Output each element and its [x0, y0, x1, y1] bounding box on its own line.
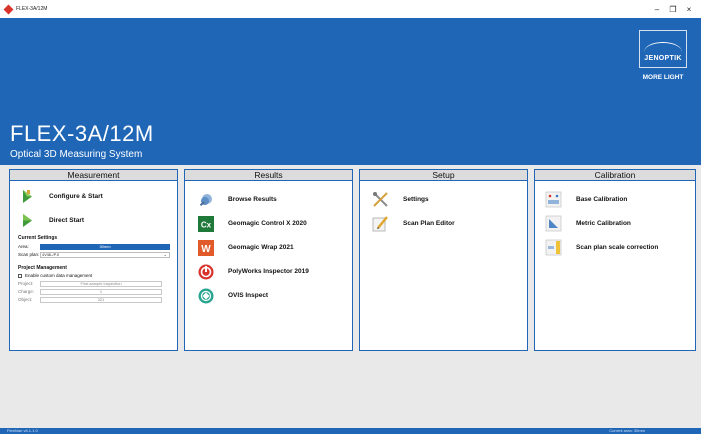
measurement-panel-title: Measurement: [10, 170, 177, 181]
configure-start-icon: [18, 188, 35, 205]
object-field[interactable]: 321: [40, 296, 162, 303]
app-logo-icon: [3, 4, 14, 14]
enable-custom-data-label: Enable custom data management: [25, 273, 93, 278]
enable-custom-data-checkbox[interactable]: Enable custom data management: [18, 273, 177, 278]
setup-panel: Setup Settings Scan Plan Editor: [359, 169, 528, 351]
scan-plan-editor-button[interactable]: Scan Plan Editor: [372, 213, 527, 234]
checkbox-box[interactable]: [18, 273, 22, 278]
brand-name: JENOPTIK: [644, 55, 682, 62]
window-title: FLEX-3A/12M: [16, 6, 48, 12]
settings-button[interactable]: Settings: [372, 189, 527, 210]
object-label: Object:: [18, 297, 33, 302]
minimize-button[interactable]: –: [649, 5, 665, 14]
geomagic-wrap-label: Geomagic Wrap 2021: [228, 244, 294, 251]
brand-arc-icon: [644, 42, 682, 52]
polyworks-inspector-label: PolyWorks Inspector 2019: [228, 268, 309, 275]
product-subtitle: Optical 3D Measuring System: [10, 149, 143, 160]
ovis-inspect-button[interactable]: OVIS Inspect: [197, 285, 352, 306]
brand-box: JENOPTIK: [639, 30, 687, 68]
scan-plan-value: 4V/8L/P.0: [42, 251, 60, 257]
header-banner: JENOPTIK MORE LIGHT FLEX-3A/12M Optical …: [0, 18, 701, 165]
area-row: Area: 30mm: [18, 243, 177, 250]
metric-calibration-icon: [545, 215, 562, 232]
calibration-panel-title: Calibration: [535, 170, 695, 181]
status-bar: FlexMan v6.1.1.0 Current area: 30mm: [0, 428, 701, 434]
settings-label: Settings: [403, 196, 429, 203]
geomagic-control-x-label: Geomagic Control X 2020: [228, 220, 307, 227]
geomagic-wrap-icon: W: [197, 239, 214, 256]
configure-start-button[interactable]: Configure & Start: [18, 186, 177, 207]
status-version: FlexMan v6.1.1.0: [7, 428, 38, 433]
scan-plan-scale-icon: [545, 239, 562, 256]
charge-field[interactable]: 1: [40, 288, 162, 295]
results-panel: Results Browse Results Cx Geomagic Contr…: [184, 169, 353, 351]
base-calibration-button[interactable]: Base Calibration: [545, 189, 695, 210]
area-label: Area:: [18, 244, 29, 249]
geomagic-control-x-icon: Cx: [197, 215, 214, 232]
browse-results-button[interactable]: Browse Results: [197, 189, 352, 210]
scan-plan-editor-icon: [372, 215, 389, 232]
direct-start-button[interactable]: Direct Start: [18, 210, 177, 231]
geomagic-wrap-button[interactable]: W Geomagic Wrap 2021: [197, 237, 352, 258]
restore-button[interactable]: ❐: [665, 5, 681, 14]
ovis-inspect-label: OVIS Inspect: [228, 292, 269, 299]
project-management-title: Project Management: [18, 265, 67, 271]
product-name: FLEX-3A/12M: [10, 121, 154, 146]
setup-panel-title: Setup: [360, 170, 527, 181]
settings-tools-icon: [372, 191, 389, 208]
status-current-area: Current area: 30mm: [609, 428, 645, 433]
polyworks-icon: [197, 263, 214, 280]
base-calibration-icon: [545, 191, 562, 208]
polyworks-inspector-button[interactable]: PolyWorks Inspector 2019: [197, 261, 352, 282]
charge-row: Charge: 1: [18, 288, 177, 295]
brand-logo: JENOPTIK MORE LIGHT: [635, 30, 691, 81]
calibration-panel: Calibration Base Calibration Metric Cali…: [534, 169, 696, 351]
scan-plan-editor-label: Scan Plan Editor: [403, 220, 455, 227]
object-row: Object: 321: [18, 296, 177, 303]
svg-text:Cx: Cx: [200, 220, 211, 229]
area-value: 30mm: [40, 243, 170, 250]
base-calibration-label: Base Calibration: [576, 196, 628, 203]
direct-start-label: Direct Start: [49, 217, 85, 224]
brand-tagline: MORE LIGHT: [642, 74, 684, 81]
close-button[interactable]: ×: [681, 5, 697, 14]
scan-plan-label: Scan plan:: [18, 252, 40, 257]
scan-plan-row: Scan plan: 4V/8L/P.0 ⌄: [18, 251, 177, 258]
current-settings-title: Current Settings: [18, 235, 58, 241]
scan-plan-scale-correction-button[interactable]: Scan plan scale correction: [545, 237, 695, 258]
ovis-inspect-icon: [197, 287, 214, 304]
results-panel-title: Results: [185, 170, 352, 181]
metric-calibration-button[interactable]: Metric Calibration: [545, 213, 695, 234]
project-row: Project: First-sample inspection: [18, 280, 177, 287]
direct-start-icon: [18, 212, 35, 229]
charge-label: Charge:: [18, 289, 35, 294]
svg-text:W: W: [201, 244, 211, 255]
window-controls: – ❐ ×: [649, 0, 697, 18]
chevron-down-icon: ⌄: [163, 251, 167, 257]
scan-plan-select[interactable]: 4V/8L/P.0 ⌄: [40, 251, 170, 258]
geomagic-control-x-button[interactable]: Cx Geomagic Control X 2020: [197, 213, 352, 234]
configure-start-label: Configure & Start: [49, 193, 103, 200]
project-label: Project:: [18, 281, 34, 286]
browse-results-icon: [197, 191, 214, 208]
window-titlebar: FLEX-3A/12M – ❐ ×: [0, 0, 701, 18]
browse-results-label: Browse Results: [228, 196, 277, 203]
measurement-panel: Measurement Configure & Start Direct Sta…: [9, 169, 178, 351]
scan-plan-scale-correction-label: Scan plan scale correction: [576, 244, 659, 251]
metric-calibration-label: Metric Calibration: [576, 220, 631, 227]
project-field[interactable]: First-sample inspection: [40, 280, 162, 287]
